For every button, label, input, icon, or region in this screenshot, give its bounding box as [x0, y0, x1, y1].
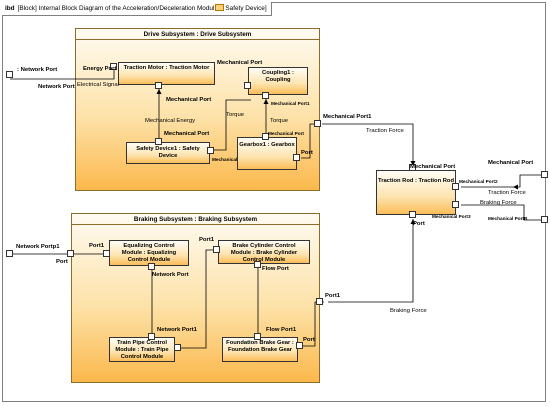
label-braking-port: Port	[56, 259, 68, 265]
network-portp1[interactable]	[6, 250, 13, 257]
label-traction-rod-port: Port	[413, 221, 425, 227]
safety-device-mechanical-port[interactable]	[155, 138, 162, 145]
label-traction-force: Traction Force	[366, 128, 404, 134]
equalizing-network-port[interactable]	[148, 263, 155, 270]
label-torque-left: Torque	[226, 112, 245, 118]
label-traction-rod-mech-port2: Mechanical Port2	[459, 179, 498, 184]
drive-mechanical-port1[interactable]	[314, 120, 321, 127]
label-mech-port-motor: Mechanical Port	[166, 97, 212, 103]
connectors	[10, 66, 545, 349]
label-mech-port1-out: Mechanical Port1	[323, 114, 372, 120]
label-flow-port1: Flow Port1	[266, 327, 297, 333]
label-braking-force: Braking Force	[390, 308, 427, 314]
label-flow-port: Flow Port	[262, 266, 289, 272]
label-network-portp1: Network Portp1	[16, 244, 60, 250]
traction-motor-mechanical-port[interactable]	[155, 82, 162, 89]
label-network-port1-tp: Network Port1	[157, 327, 197, 333]
label-equalizing-port1: Port1	[89, 243, 105, 249]
label-traction-rod-mech-port3: Mechanical Port3	[432, 214, 471, 219]
braking-port1[interactable]	[316, 298, 323, 305]
label-network-port: : Network Port	[17, 67, 58, 73]
traction-rod-port[interactable]	[409, 211, 416, 218]
coupling-mechanical-port[interactable]	[244, 82, 251, 89]
right-mechanical-port[interactable]	[541, 171, 548, 178]
label-mech-port1-coupling: Mechanical Port1	[271, 101, 310, 106]
label-right-braking-force: Braking Force	[480, 200, 517, 206]
label-torque-right: Torque	[270, 118, 289, 124]
right-mechanical-portb[interactable]	[541, 216, 548, 223]
label-right-traction-force: Traction Force	[488, 190, 526, 196]
label-foundation-port: Port	[303, 337, 315, 343]
label-braking-port1: Port1	[325, 293, 341, 299]
brake-cylinder-flow-port[interactable]	[254, 261, 261, 268]
brake-cylinder-port1[interactable]	[213, 246, 220, 253]
label-equalizing-network-port: Network Port	[152, 272, 189, 278]
train-pipe-network-port1[interactable]	[148, 333, 155, 340]
train-pipe-port[interactable]	[174, 344, 181, 351]
label-brake-cylinder-port1: Port1	[199, 237, 215, 243]
traction-rod-mechanical-port2[interactable]	[452, 183, 459, 190]
label-traction-rod-mech-port: Mechanical Port	[410, 164, 456, 170]
label-mech-port-safety: Mechanical Port	[164, 131, 210, 137]
label-gearbox-port: Port	[301, 150, 313, 156]
foundation-port[interactable]	[296, 342, 303, 349]
equalizing-port1[interactable]	[103, 250, 110, 257]
foundation-flow-port1[interactable]	[254, 333, 261, 340]
label-network-port-inner: Network Port	[38, 84, 75, 90]
label-mech-port-top: Mechanical Port	[217, 60, 263, 66]
network-port[interactable]	[6, 71, 13, 78]
coupling-mechanical-port1[interactable]	[262, 92, 269, 99]
braking-port[interactable]	[67, 250, 74, 257]
safety-device-mechanical-port-right[interactable]	[207, 147, 214, 154]
connector-braking-force	[328, 219, 414, 303]
connector-torque-left	[214, 99, 251, 151]
label-right-mech-portb: Mechanical PortB	[488, 216, 528, 221]
label-mech-port-small: Mechanical	[212, 157, 238, 162]
traction-rod-mechanical-port3[interactable]	[452, 201, 459, 208]
label-mechanical-energy: Mechanical Energy	[145, 118, 196, 124]
label-electrical-signal: Electrical Signal	[77, 82, 119, 88]
label-energy-port: Energy Port	[83, 66, 117, 72]
label-right-mech-port: Mechanical Port	[488, 160, 534, 166]
label-mech-port-gearbox: Mechanical Port	[268, 131, 304, 136]
gearbox-port[interactable]	[293, 154, 300, 161]
